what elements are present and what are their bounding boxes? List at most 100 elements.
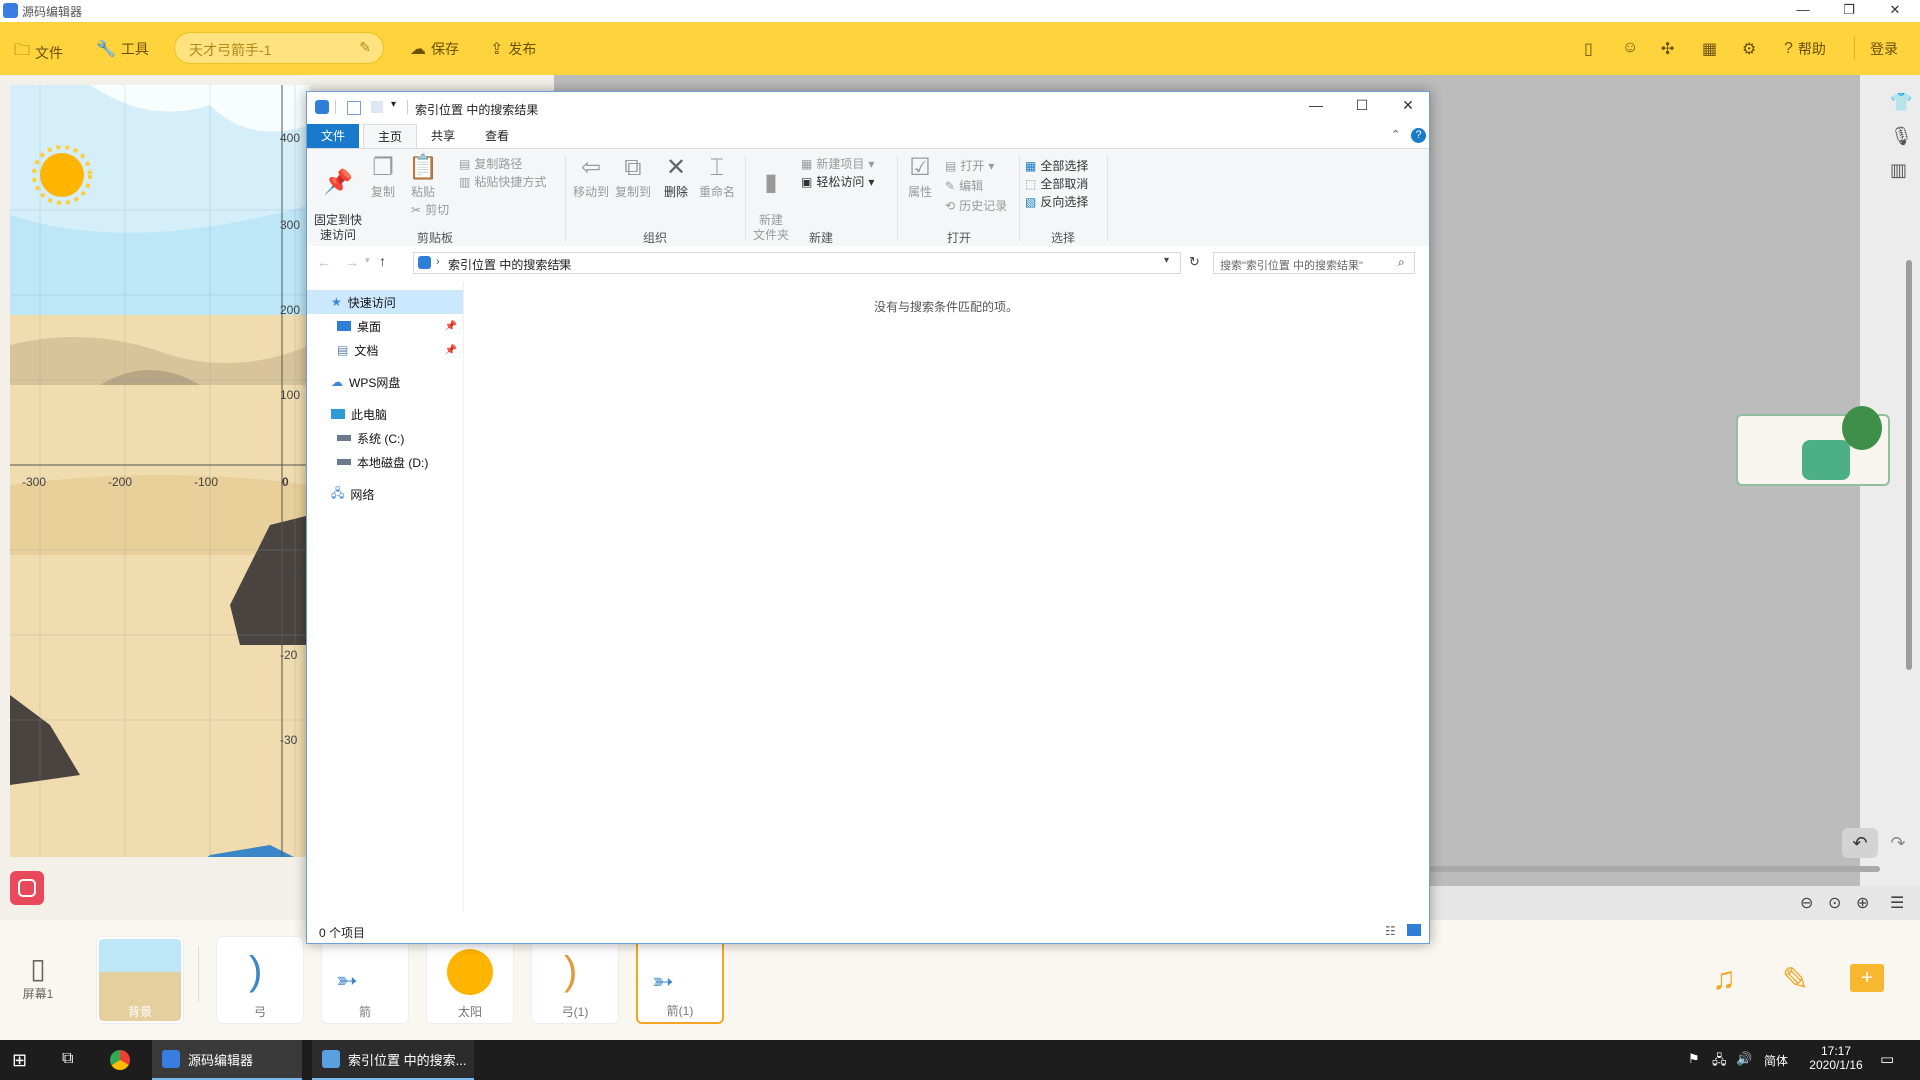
breadcrumb[interactable]: 索引位置 中的搜索结果 bbox=[448, 256, 571, 273]
volume-icon[interactable]: 🔊 bbox=[1736, 1051, 1752, 1067]
edit-button[interactable]: ✎ 编辑 bbox=[945, 177, 983, 194]
tab-view[interactable]: 查看 bbox=[471, 124, 523, 148]
folder-add-icon[interactable]: + bbox=[1850, 964, 1884, 992]
select-none-button[interactable]: ⬚ 全部取消 bbox=[1025, 175, 1088, 192]
horizontal-scrollbar[interactable] bbox=[1430, 866, 1880, 872]
close-icon[interactable]: ✕ bbox=[1880, 2, 1910, 18]
notification-icon[interactable]: ▭ bbox=[1880, 1050, 1894, 1068]
pencil-icon[interactable]: ✎ bbox=[1782, 960, 1809, 998]
up-arrow-icon[interactable]: ↑ bbox=[379, 253, 386, 269]
nav-item-quick-access[interactable]: ★ 快速访问 bbox=[307, 290, 463, 314]
minimize-icon[interactable]: — bbox=[1293, 97, 1339, 113]
address-dropdown-icon[interactable]: ▾ bbox=[1164, 255, 1169, 266]
zoom-out-icon[interactable]: ⊖ bbox=[1800, 893, 1813, 913]
nav-item-drive-d[interactable]: 本地磁盘 (D:) bbox=[307, 450, 463, 474]
address-bar[interactable]: › 索引位置 中的搜索结果 › ▾ bbox=[413, 252, 1181, 274]
properties-button[interactable]: ☑ 属性 bbox=[903, 153, 937, 200]
music-icon[interactable]: ♫ bbox=[1712, 960, 1736, 997]
refresh-icon[interactable]: ↻ bbox=[1189, 254, 1200, 270]
back-arrow-icon[interactable]: ← bbox=[317, 254, 331, 270]
easy-access-button[interactable]: ▣ 轻松访问 ▾ bbox=[801, 173, 874, 190]
properties-quick-icon[interactable] bbox=[347, 101, 361, 115]
group-label-clipboard: 剪贴板 bbox=[416, 231, 453, 245]
move-to-button[interactable]: ⇦ 移动到 bbox=[571, 153, 611, 200]
screen-selector[interactable]: ▯ 屏幕1 bbox=[14, 952, 62, 1022]
tab-home[interactable]: 主页 bbox=[363, 124, 418, 149]
recent-locations-icon[interactable]: ▾ bbox=[365, 255, 370, 266]
bar-chart-icon[interactable]: ▥ bbox=[1890, 160, 1907, 181]
large-icons-view-icon[interactable] bbox=[1407, 924, 1421, 936]
tools-menu-button[interactable]: 🔧 工具 bbox=[96, 39, 149, 59]
taskbar-explorer-button[interactable]: 索引位置 中的搜索... bbox=[312, 1040, 474, 1080]
help-button[interactable]: ? 帮助 bbox=[1784, 39, 1826, 59]
sprite-card-background[interactable]: 背景 bbox=[96, 936, 184, 1024]
new-folder-quick-icon[interactable] bbox=[371, 101, 383, 113]
help-icon[interactable]: ? bbox=[1411, 128, 1426, 143]
delete-button[interactable]: ✕ 删除 bbox=[659, 153, 693, 200]
zoom-in-icon[interactable]: ⊕ bbox=[1856, 893, 1869, 913]
open-button[interactable]: ▤ 打开 ▾ bbox=[945, 157, 994, 174]
paste-shortcut-button[interactable]: ▥ 粘贴快捷方式 bbox=[459, 173, 546, 190]
sprite-card-bow-1[interactable]: ) 弓(1) bbox=[531, 936, 619, 1024]
nav-item-wps-cloud[interactable]: ☁ WPS网盘 bbox=[307, 370, 463, 394]
save-button[interactable]: ☁ 保存 bbox=[410, 39, 459, 59]
cut-button[interactable]: ✂ 剪切 bbox=[411, 201, 449, 218]
copy-button[interactable]: ❐ 复制 bbox=[365, 153, 401, 200]
maximize-icon[interactable]: ☐ bbox=[1339, 97, 1385, 114]
details-view-icon[interactable]: ☷ bbox=[1385, 924, 1396, 938]
rename-button[interactable]: ⌶ 重命名 bbox=[697, 153, 737, 200]
minimize-icon[interactable]: — bbox=[1788, 2, 1818, 17]
community-icon[interactable]: ✣ bbox=[1661, 39, 1674, 59]
zoom-reset-icon[interactable]: ⊙ bbox=[1828, 893, 1841, 913]
taskbar-app-button[interactable]: 源码编辑器 bbox=[152, 1040, 302, 1080]
stop-button[interactable] bbox=[10, 871, 44, 905]
nav-item-desktop[interactable]: 桌面 📌 bbox=[307, 314, 463, 338]
close-icon[interactable]: ✕ bbox=[1385, 97, 1431, 114]
restore-icon[interactable]: ❐ bbox=[1834, 2, 1864, 18]
shirt-icon[interactable]: 👕 bbox=[1890, 92, 1912, 113]
copy-to-button[interactable]: ⧉ 复制到 bbox=[613, 153, 653, 200]
chrome-icon[interactable] bbox=[110, 1050, 130, 1070]
nav-item-this-pc[interactable]: 此电脑 bbox=[307, 402, 463, 426]
stage-canvas[interactable]: -300 -200 -100 0 400 300 200 100 -10 -20… bbox=[10, 85, 310, 857]
history-button[interactable]: ⟲ 历史记录 bbox=[945, 197, 1007, 214]
login-button[interactable]: 登录 bbox=[1870, 39, 1898, 59]
undo-icon[interactable]: ↶ bbox=[1842, 828, 1878, 858]
redo-icon[interactable]: ↷ bbox=[1880, 828, 1916, 858]
input-method-indicator[interactable]: 简体 bbox=[1764, 1052, 1788, 1069]
task-view-icon[interactable]: ⧉ bbox=[62, 1050, 73, 1068]
search-input[interactable]: 搜索"索引位置 中的搜索结果" ⌕ bbox=[1213, 252, 1415, 274]
paste-button[interactable]: 📋 粘贴 bbox=[405, 153, 441, 200]
new-item-button[interactable]: ▦ 新建项目 ▾ bbox=[801, 155, 874, 172]
sprite-card-arrow-1[interactable]: ➳ 箭(1) bbox=[636, 936, 724, 1024]
tray-app-icon[interactable]: ⚑ bbox=[1688, 1051, 1700, 1067]
calendar-icon[interactable]: ▦ bbox=[1702, 39, 1717, 59]
vertical-scrollbar[interactable] bbox=[1906, 260, 1912, 670]
tab-file[interactable]: 文件 bbox=[307, 124, 360, 148]
nav-item-drive-c[interactable]: 系统 (C:) bbox=[307, 426, 463, 450]
select-all-button[interactable]: ▦ 全部选择 bbox=[1025, 157, 1088, 174]
sprite-card-arrow[interactable]: ➳ 箭 bbox=[321, 936, 409, 1024]
forward-arrow-icon[interactable]: → bbox=[345, 254, 359, 270]
copy-path-button[interactable]: ▤ 复制路径 bbox=[459, 155, 522, 172]
windows-start-icon[interactable]: ⊞ bbox=[12, 1050, 27, 1071]
microphone-icon[interactable]: 🎙 bbox=[1890, 126, 1913, 147]
project-name-field[interactable]: 天才弓箭手-1 ✎ bbox=[174, 32, 384, 64]
invert-selection-button[interactable]: ▧ 反向选择 bbox=[1025, 193, 1088, 210]
settings-gear-icon[interactable]: ⚙ bbox=[1742, 39, 1756, 59]
nav-item-documents[interactable]: ▤ 文档 📌 bbox=[307, 338, 463, 362]
sprite-card-sun[interactable]: 太阳 bbox=[426, 936, 514, 1024]
device-icon[interactable]: ▯ bbox=[1584, 39, 1593, 59]
file-menu-button[interactable]: 🗀 文件 bbox=[14, 39, 63, 66]
clock[interactable]: 17:17 2020/1/16 bbox=[1798, 1044, 1874, 1072]
tab-share[interactable]: 共享 bbox=[417, 124, 469, 148]
publish-button[interactable]: ⇪ 发布 bbox=[490, 39, 536, 59]
nav-item-network[interactable]: 🖧 网络 bbox=[307, 482, 463, 506]
collapse-ribbon-icon[interactable]: ⌃ bbox=[1391, 128, 1400, 141]
sprite-card-bow[interactable]: ) 弓 bbox=[216, 936, 304, 1024]
file-list-pane[interactable]: 没有与搜索条件匹配的项。 bbox=[464, 282, 1428, 912]
customize-quick-access-icon[interactable]: ▾ bbox=[391, 99, 396, 110]
menu-icon[interactable]: ☰ bbox=[1890, 893, 1904, 913]
mascot-icon[interactable]: ☺ bbox=[1622, 39, 1638, 57]
network-status-icon[interactable]: 🖧 bbox=[1712, 1051, 1727, 1073]
